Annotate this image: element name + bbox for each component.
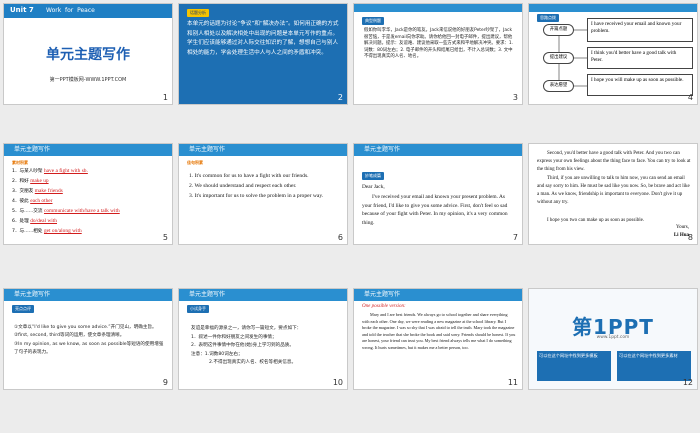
slide-tag: 话题分析 — [187, 9, 209, 17]
letter-closing: Yours, — [676, 225, 689, 230]
mindmap-label-wish: 表达愿望 — [543, 80, 574, 92]
sample-label: One possible version: — [362, 304, 406, 309]
mindmap-label-intro: 开篇点题 — [543, 24, 574, 36]
phrase-item: 5．与……交流 communicate with/have a talk wit… — [12, 208, 120, 214]
slide-header: 单元主题写作 — [4, 144, 172, 156]
slide-tag: 妙笔成篇 — [362, 172, 384, 180]
task-item: 1．叙述一件你和好朋友之间发生的事情； — [191, 334, 277, 340]
slide-4[interactable]: 思路点拨 开篇点题 提出建议 表达愿望 I have received your… — [528, 3, 698, 105]
promo-panel-right[interactable]: 可以在这个网址中找到更多素材 — [617, 351, 691, 381]
letter-paragraph: I hope you two can make up as soon as po… — [547, 218, 645, 223]
phrase-item: 7．与……相处 get on/along with — [12, 228, 82, 234]
slide-1[interactable]: Unit 7 Work for Peace 单元主题写作 第一PPT模板网-WW… — [3, 3, 173, 105]
slide-header: 单元主题写作 — [354, 144, 522, 156]
task-list: 友谊是幸福的源泉之一，请你写一篇短文，要点如下： 1．叙述一件你和好朋友之间发生… — [191, 325, 343, 368]
review-item: ②first, second, third等词的运用，使文章条理清晰。 — [14, 333, 125, 339]
promo-caption: 可以在这个网址中找到更多模板 — [539, 353, 598, 358]
promo-panel-left[interactable]: 可以在这个网址中找到更多模板 — [537, 351, 611, 381]
slide-number: 3 — [512, 93, 518, 102]
slide-title: 单元主题写作 — [46, 47, 130, 63]
review-item: ①文章以“I'd like to give you some advice.”开… — [14, 325, 157, 330]
promo-caption: 可以在这个网址中找到更多素材 — [619, 353, 678, 358]
slide-10[interactable]: 单元主题写作 小试身手 友谊是幸福的源泉之一，请你写一篇短文，要点如下： 1．叙… — [178, 288, 348, 390]
slide-body: 假如你叫李华，Jack是你的笔友。Jack来信说他的好朋友Peter吵架了，Ja… — [364, 28, 514, 60]
slide-tag: 小试身手 — [187, 305, 209, 313]
slide-footer: 第一PPT模板网-WWW.1PPT.COM — [49, 77, 127, 83]
task-item: 2.不得出现真实的人名、校名等相关信息。 — [209, 360, 297, 366]
sentence-item: 3. It's important for us to solve the pr… — [189, 193, 324, 199]
slide-header: 单元主题写作 — [4, 289, 172, 301]
slide-7[interactable]: 单元主题写作 妙笔成篇 Dear Jack, I've received you… — [353, 143, 523, 245]
slide-3[interactable]: 典型例题 假如你叫李华，Jack是你的笔友。Jack来信说他的好朋友Peter吵… — [353, 3, 523, 105]
mindmap-box-3: I hope you will make up as soon as possi… — [587, 74, 693, 96]
review-list: ①文章以“I'd like to give you some advice.”开… — [14, 324, 166, 358]
slide-number: 5 — [162, 233, 168, 242]
slide-tag: 亮点点评 — [12, 305, 34, 313]
slide-number: 4 — [687, 93, 693, 102]
letter-paragraph: Third, if you are unwilling to talk to h… — [537, 176, 690, 206]
review-item: ③In my opinion, as we know, as soon as p… — [14, 341, 164, 356]
slide-tag: 素材积累 — [12, 160, 28, 165]
slide-11[interactable]: 单元主题写作 One possible version: Mary and I … — [353, 288, 523, 390]
phrase-item: 1．与某人吵架 have a fight with sb. — [12, 168, 88, 174]
slide-8[interactable]: Second, you'd better have a good talk wi… — [528, 143, 698, 245]
sentence-item: 2. We should understand and respect each… — [189, 183, 297, 189]
slide-body: 本单元的话题为讨论“争议”和“解决办法”。如何用正确的方式和别人相处以及解决相处… — [187, 21, 339, 56]
mindmap-label-advice: 提出建议 — [543, 52, 574, 64]
unit-title: Work for Peace — [46, 7, 95, 14]
slide-12[interactable]: 第1PPT www.1ppt.com 可以在这个网址中找到更多模板 可以在这个网… — [528, 288, 698, 390]
mindmap-box-2: I think you'd better have a good talk wi… — [587, 47, 693, 69]
letter-signature: Li Hua — [673, 233, 689, 238]
sentence-list: 1. It's common for us to have a fight wi… — [189, 171, 343, 201]
letter-paragraph: I've received your email and known your … — [362, 194, 508, 226]
slide-number: 7 — [512, 233, 518, 242]
phrase-list: 1．与某人吵架 have a fight with sb. 2．和好 make … — [12, 168, 168, 238]
phrase-item: 3．交朋友 make friends — [12, 188, 63, 194]
slide-number: 6 — [337, 233, 343, 242]
slide-number: 11 — [507, 378, 518, 387]
slide-9[interactable]: 单元主题写作 亮点点评 ①文章以“I'd like to give you so… — [3, 288, 173, 390]
mindmap-box-1: I have received your email and known you… — [587, 18, 693, 42]
slide-header: 单元主题写作 — [179, 144, 347, 156]
letter-paragraph: Second, you'd better have a good talk wi… — [537, 151, 691, 173]
slide-2[interactable]: 话题分析 本单元的话题为讨论“争议”和“解决办法”。如何用正确的方式和别人相处以… — [178, 3, 348, 105]
slide-header: 单元主题写作 — [179, 289, 347, 301]
slide-5[interactable]: 单元主题写作 素材积累 1．与某人吵架 have a fight with sb… — [3, 143, 173, 245]
phrase-item: 4．彼此 each other — [12, 198, 53, 204]
slide-number: 12 — [682, 378, 693, 387]
slide-number: 2 — [337, 93, 343, 102]
slide-number: 1 — [162, 93, 168, 102]
slide-number: 10 — [332, 378, 343, 387]
letter-greeting: Dear Jack, — [362, 184, 385, 190]
slide-number: 9 — [162, 378, 168, 387]
task-item: 注意：1.词数80词左右； — [191, 351, 243, 357]
sentence-item: 1. It's common for us to have a fight wi… — [189, 173, 309, 179]
slide-tag: 佳句积累 — [187, 160, 203, 165]
logo-url: www.1ppt.com — [596, 335, 630, 340]
slide-6[interactable]: 单元主题写作 佳句积累 1. It's common for us to hav… — [178, 143, 348, 245]
phrase-item: 6．处理 do/deal with — [12, 218, 57, 224]
task-item: 友谊是幸福的源泉之一，请你写一篇短文，要点如下： — [191, 326, 302, 331]
task-item: 2．表明这件事情中你在他(她)身上学习到的品质。 — [191, 343, 294, 349]
title-bar — [354, 4, 522, 12]
sample-essay: Mary and I are best friends. We always g… — [362, 312, 516, 350]
title-bar: Unit 7 Work for Peace — [4, 4, 172, 18]
slide-number: 8 — [687, 233, 693, 242]
phrase-item: 2．和好 make up — [12, 178, 49, 184]
slide-header: 单元主题写作 — [354, 289, 522, 301]
slide-tag: 典型例题 — [362, 17, 384, 25]
unit-label: Unit 7 — [10, 6, 34, 14]
